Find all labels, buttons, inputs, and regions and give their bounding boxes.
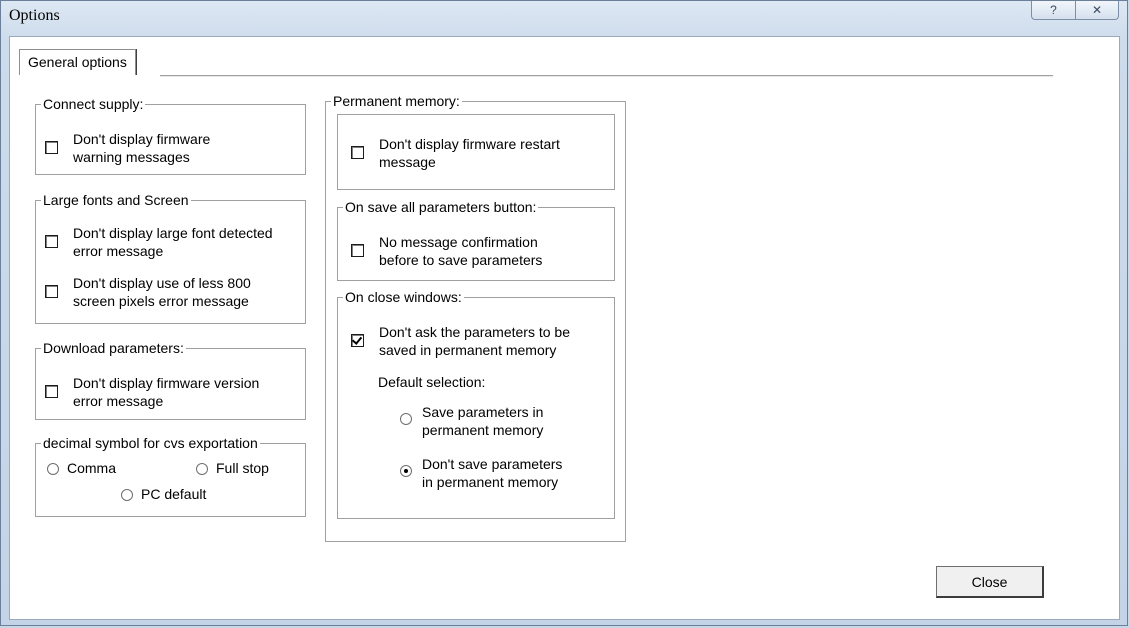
group-legend: Download parameters: bbox=[43, 340, 184, 356]
close-icon: ✕ bbox=[1091, 3, 1103, 17]
window-close-button[interactable]: ✕ bbox=[1075, 1, 1119, 20]
group-legend: On close windows: bbox=[345, 289, 462, 305]
default-selection-label: Default selection: bbox=[378, 374, 486, 390]
checkbox-no-large-font-error[interactable]: Don't display large font detected error … bbox=[45, 224, 273, 260]
radio-save-parameters[interactable]: Save parameters in permanent memory bbox=[400, 403, 543, 439]
help-button[interactable]: ? bbox=[1031, 1, 1075, 20]
dialog-client-area: General options Connect supply: Don't di… bbox=[9, 36, 1120, 620]
radio-comma[interactable]: Comma bbox=[47, 459, 116, 477]
radio-label: Don't save parameters in permanent memor… bbox=[422, 456, 563, 490]
checkbox-label: Don't ask the parameters to be saved in … bbox=[379, 324, 570, 358]
checkbox-box-checked[interactable] bbox=[351, 334, 364, 347]
group-large-fonts: Large fonts and Screen Don't display lar… bbox=[35, 192, 306, 324]
checkbox-dont-ask-save[interactable]: Don't ask the parameters to be saved in … bbox=[351, 323, 570, 359]
checkbox-no-firmware-warning[interactable]: Don't display firmware warning messages bbox=[45, 130, 210, 166]
checkbox-label: Don't display large font detected error … bbox=[73, 225, 273, 259]
group-decimal-symbol: decimal symbol for cvs exportation Comma… bbox=[35, 435, 306, 517]
radio-dont-save-parameters[interactable]: Don't save parameters in permanent memor… bbox=[400, 455, 562, 491]
group-download-parameters: Download parameters: Don't display firmw… bbox=[35, 340, 306, 420]
checkbox-no-firmware-version-error[interactable]: Don't display firmware version error mes… bbox=[45, 374, 259, 410]
group-legend: Permanent memory: bbox=[333, 93, 460, 109]
radio-circle[interactable] bbox=[400, 413, 412, 425]
radio-label: PC default bbox=[141, 486, 207, 502]
checkbox-box[interactable] bbox=[45, 385, 58, 398]
checkbox-box[interactable] bbox=[45, 141, 58, 154]
group-legend: decimal symbol for cvs exportation bbox=[43, 435, 258, 451]
options-dialog: Options ? ✕ General options Connect supp… bbox=[0, 0, 1128, 626]
group-legend: Connect supply: bbox=[43, 96, 144, 112]
checkbox-no-screen-pixels-error[interactable]: Don't display use of less 800 screen pix… bbox=[45, 274, 251, 310]
radio-full-stop[interactable]: Full stop bbox=[196, 459, 269, 477]
checkbox-box[interactable] bbox=[45, 235, 58, 248]
checkbox-box[interactable] bbox=[45, 285, 58, 298]
checkbox-label: No message confirmation before to save p… bbox=[379, 234, 543, 268]
group-on-close-windows: On close windows: Don't ask the paramete… bbox=[337, 289, 615, 519]
group-legend: On save all parameters button: bbox=[345, 199, 537, 215]
title-bar-buttons: ? ✕ bbox=[1031, 1, 1119, 20]
help-icon: ? bbox=[1050, 3, 1057, 17]
radio-circle-selected[interactable] bbox=[400, 465, 412, 477]
group-legend: Large fonts and Screen bbox=[43, 192, 189, 208]
group-on-save-all: On save all parameters button: No messag… bbox=[337, 199, 615, 281]
group-connect-supply: Connect supply: Don't display firmware w… bbox=[35, 96, 306, 175]
checkbox-box[interactable] bbox=[351, 244, 364, 257]
radio-circle[interactable] bbox=[121, 489, 133, 501]
window-title: Options bbox=[9, 7, 60, 24]
radio-circle[interactable] bbox=[47, 463, 59, 475]
group-firmware-restart: Don't display firmware restart message bbox=[337, 114, 615, 190]
tab-general-options[interactable]: General options bbox=[19, 49, 136, 75]
tab-strip-divider bbox=[160, 75, 1053, 77]
title-bar[interactable]: Options ? ✕ bbox=[1, 1, 1127, 35]
checkbox-box[interactable] bbox=[351, 146, 364, 159]
checkbox-label: Don't display use of less 800 screen pix… bbox=[73, 275, 251, 309]
close-button[interactable]: Close bbox=[936, 566, 1044, 598]
radio-circle[interactable] bbox=[196, 463, 208, 475]
checkbox-label: Don't display firmware warning messages bbox=[73, 131, 211, 165]
radio-label: Full stop bbox=[216, 460, 269, 476]
radio-label: Save parameters in permanent memory bbox=[422, 404, 544, 438]
radio-label: Comma bbox=[67, 460, 117, 476]
checkbox-no-firmware-restart-message[interactable]: Don't display firmware restart message bbox=[351, 135, 560, 171]
checkbox-no-save-confirmation[interactable]: No message confirmation before to save p… bbox=[351, 233, 542, 269]
checkbox-label: Don't display firmware restart message bbox=[379, 136, 560, 170]
checkbox-label: Don't display firmware version error mes… bbox=[73, 375, 260, 409]
radio-pc-default[interactable]: PC default bbox=[121, 485, 206, 503]
